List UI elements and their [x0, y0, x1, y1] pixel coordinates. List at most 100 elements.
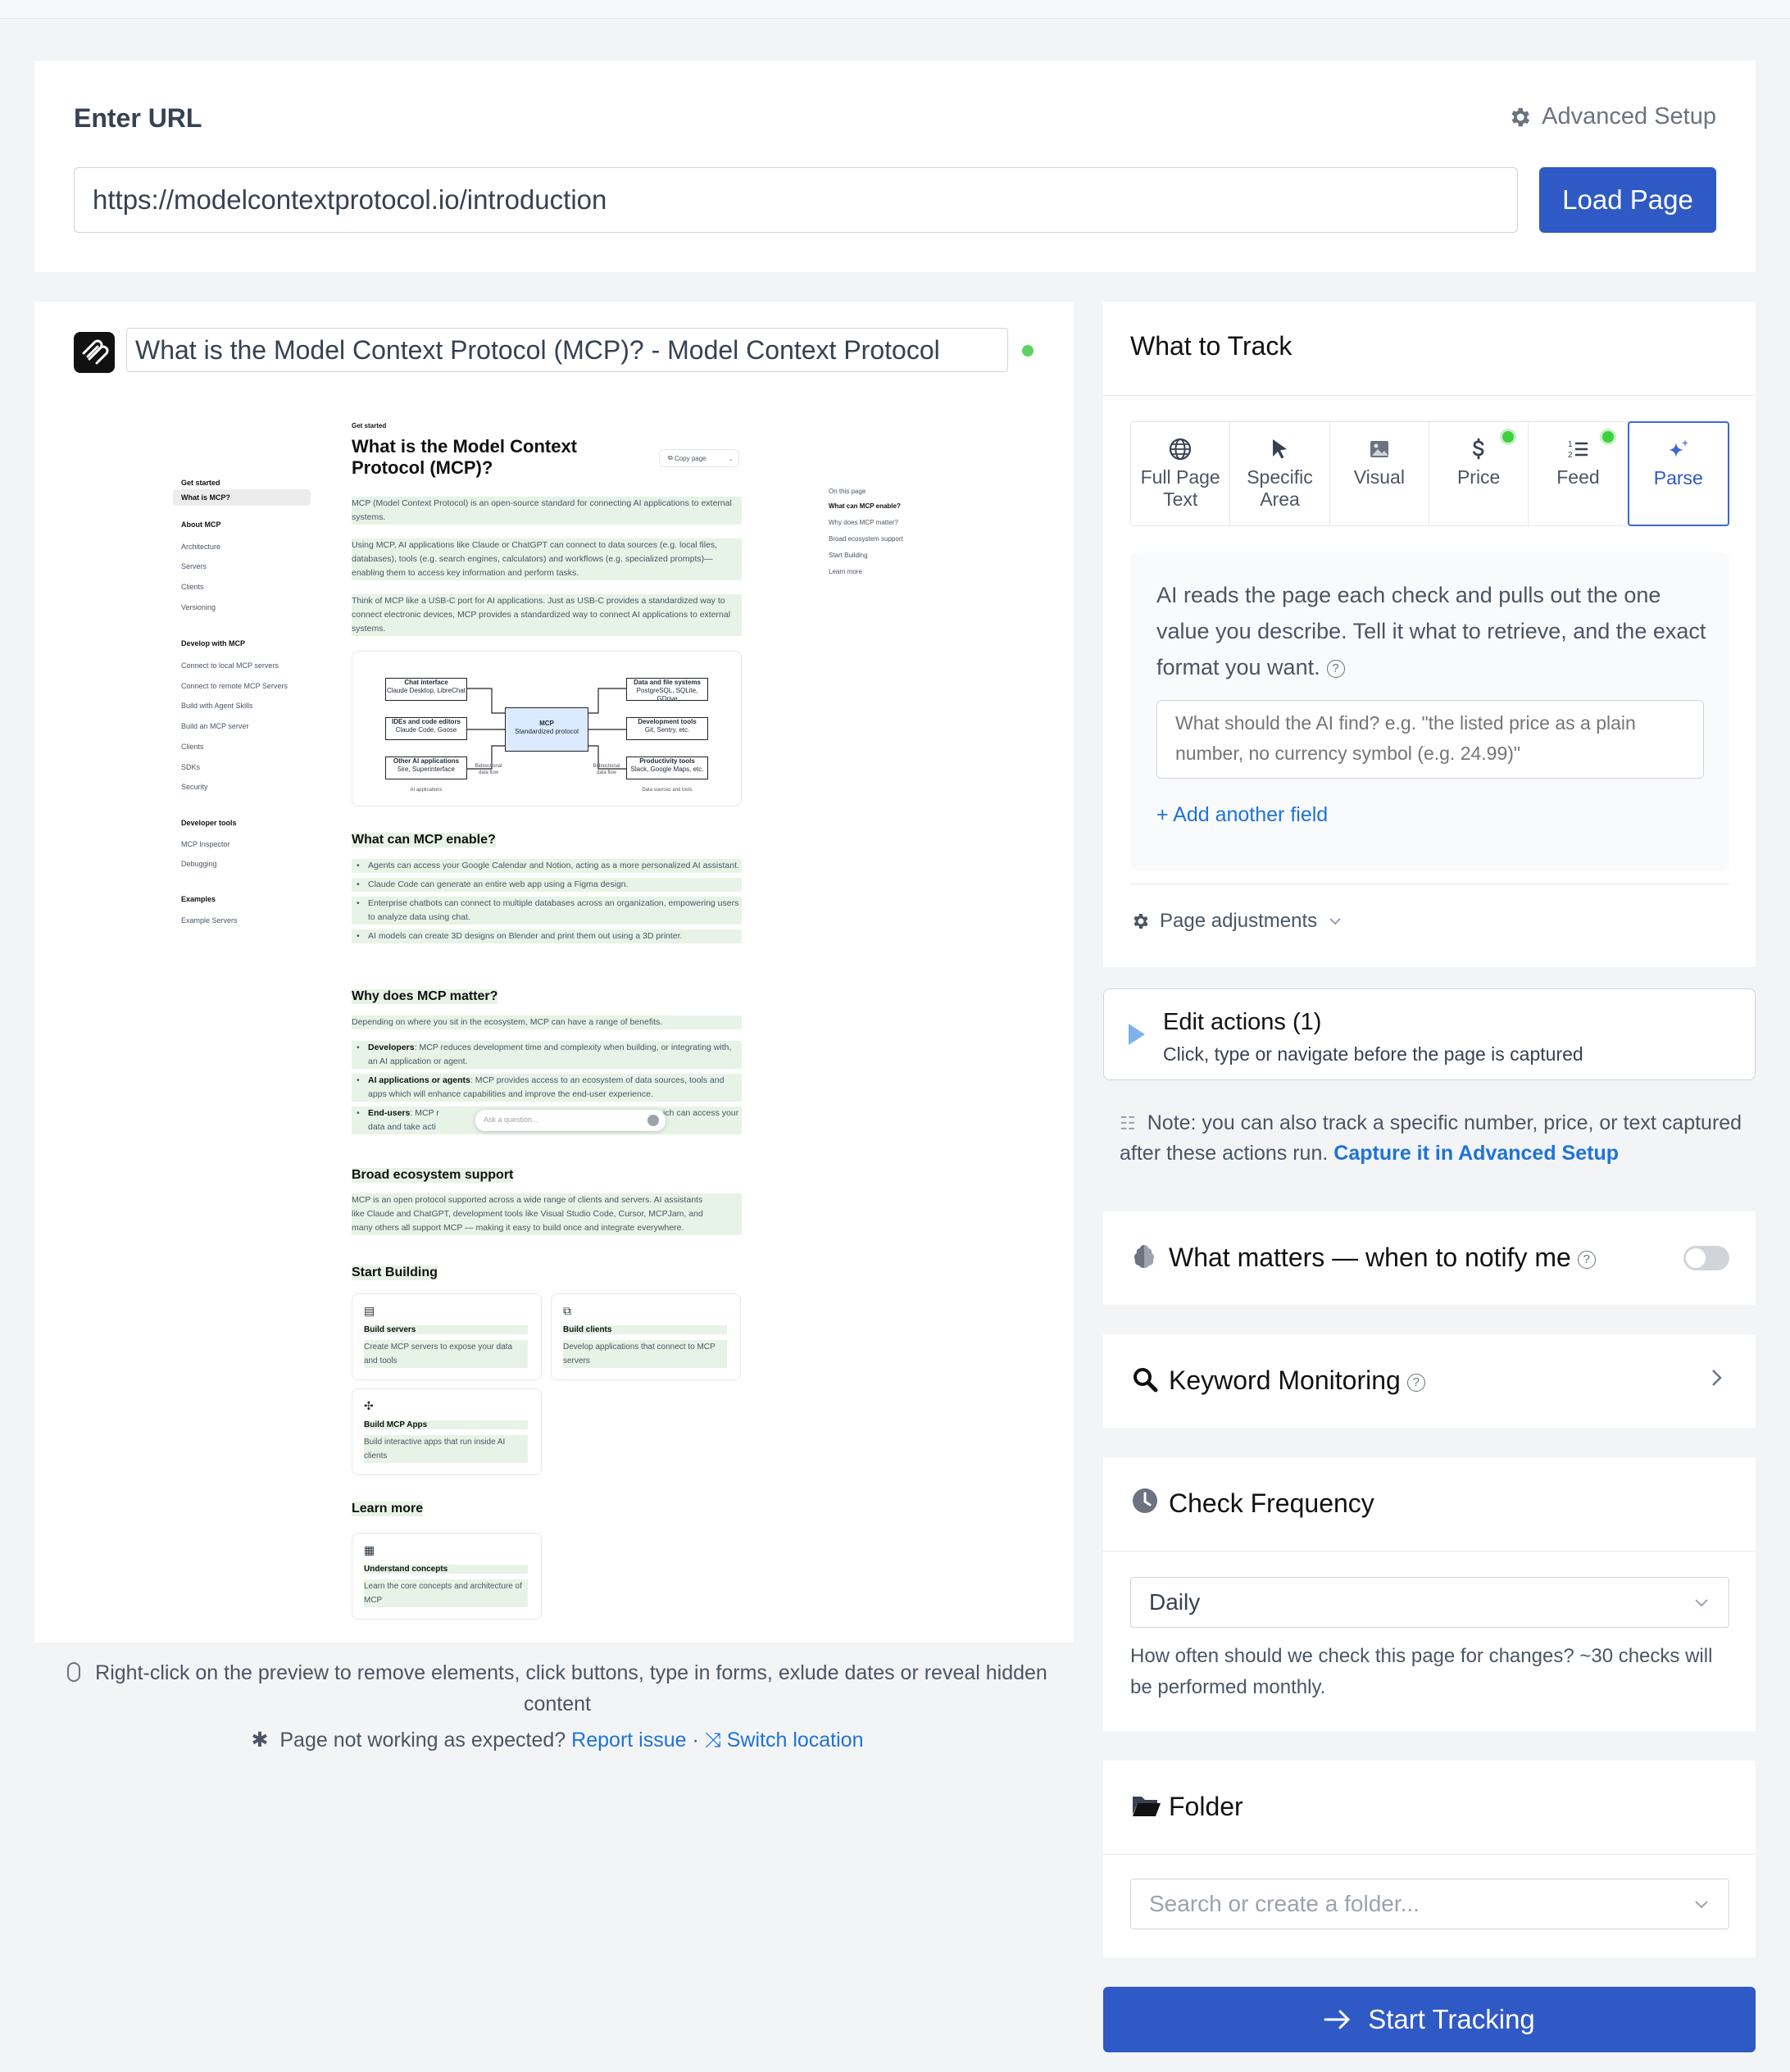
preview-build-clients-card[interactable]: ⧉ Build clients Develop applications tha… [551, 1293, 741, 1380]
preview-toc-item[interactable]: What can MCP enable? [829, 502, 901, 510]
diagram-node-mcp: MCP Standardized protocol [505, 707, 588, 752]
top-strip [0, 0, 1790, 19]
start-tracking-button[interactable]: Start Tracking [1103, 1987, 1756, 2052]
preview-p2: Using MCP, AI applications like Claude o… [352, 538, 742, 580]
preview-copy-page-button[interactable]: ⧉ Copy page ⌄ [659, 449, 739, 467]
shuffle-icon: ⤨ [704, 1729, 721, 1752]
preview-p1: MCP (Model Context Protocol) is an open-… [352, 497, 742, 525]
switch-location-link[interactable]: ⤨ Switch location [705, 1729, 864, 1752]
track-heading: What to Track [1130, 331, 1293, 361]
url-input[interactable] [74, 167, 1518, 233]
report-issue-link[interactable]: Report issue [571, 1729, 686, 1752]
learn-card-title: Understand concepts [364, 1565, 528, 1574]
load-page-button[interactable]: Load Page [1539, 167, 1716, 233]
search-icon [1131, 1365, 1159, 1397]
page-preview[interactable]: Get started What is MCP? About MCP Architec… [34, 392, 1074, 1643]
preview-sidebar-item[interactable]: Connect to remote MCP Servers [181, 682, 288, 690]
preview-ask-box[interactable]: Ask a question... [475, 1110, 666, 1131]
notify-toggle[interactable] [1683, 1246, 1729, 1270]
edit-actions-subtitle: Click, type or navigate before the page … [1163, 1043, 1583, 1065]
tab-label: Full Page Text [1140, 466, 1220, 510]
status-dot [1022, 345, 1034, 357]
page-adjustments-label: Page adjustments [1160, 910, 1318, 932]
preview-sidebar-item[interactable]: SDKs [181, 763, 200, 771]
frequency-divider [1103, 1551, 1756, 1552]
preview-sidebar-item[interactable]: Architecture [181, 543, 220, 551]
preview-sidebar-heading: Examples [181, 895, 216, 903]
folder-divider [1103, 1854, 1756, 1855]
preview-h2-build: Start Building [352, 1265, 438, 1280]
keyword-monitoring-card[interactable]: Keyword Monitoring? [1103, 1334, 1756, 1428]
preview-toc-item[interactable]: Why does MCP matter? [829, 519, 898, 526]
preview-h2-learn: Learn more [352, 1502, 424, 1516]
ai-field-input[interactable] [1156, 700, 1704, 779]
preview-sidebar-heading: Get started [181, 479, 220, 487]
add-field-button[interactable]: + Add another field [1156, 803, 1328, 827]
edit-actions-card[interactable]: Edit actions (1) Click, type or navigate… [1103, 988, 1756, 1080]
tab-full-page-text[interactable]: Full Page Text [1131, 422, 1231, 525]
tab-specific-area[interactable]: Specific Area [1230, 422, 1330, 525]
folder-card: Folder Search or create a folder... [1103, 1761, 1756, 1957]
sparkle-icon [1666, 436, 1691, 464]
preview-matter-item: • AI applications or agents: MCP provides… [352, 1074, 742, 1102]
url-card: Enter URL Advanced Setup Load Page [34, 61, 1756, 272]
tab-parse[interactable]: Parse [1627, 421, 1729, 526]
preview-sidebar-item[interactable]: Connect to local MCP servers [181, 661, 279, 670]
build-servers-title: Build servers [364, 1325, 528, 1334]
preview-sidebar-item[interactable]: Servers [181, 562, 207, 570]
check-frequency-card: Check Frequency Daily How often should w… [1103, 1457, 1756, 1731]
preview-toc-item[interactable]: Broad ecosystem support [829, 535, 903, 543]
diagram-flow-right: Bidirectional data flow [593, 764, 620, 775]
gear-icon [1511, 107, 1530, 126]
tab-price[interactable]: Price [1429, 422, 1529, 525]
diagram-node-devtools: Development tools Git, Sentry, etc. [626, 717, 708, 740]
page-adjustments-toggle[interactable]: Page adjustments [1130, 910, 1343, 933]
folder-search-select[interactable]: Search or create a folder... [1130, 1879, 1729, 1929]
frequency-selected: Daily [1149, 1589, 1201, 1615]
preview-p3: Think of MCP like a USB-C port for AI ap… [352, 594, 742, 636]
help-icon[interactable]: ? [1406, 1373, 1425, 1392]
diagram-node-other-ai: Other AI applications 5ire, Superinterfac… [385, 757, 467, 779]
tab-label: Price [1456, 466, 1501, 488]
diagram-left-caption: AI applications [410, 788, 443, 793]
frequency-title: Check Frequency [1169, 1488, 1374, 1518]
client-icon: ⧉ [563, 1304, 571, 1317]
folder-placeholder: Search or create a folder... [1149, 1891, 1420, 1916]
preview-sidebar-item[interactable]: Versioning [181, 603, 216, 611]
preview-sidebar-item[interactable]: Clients [181, 743, 204, 751]
preview-build-apps-card[interactable]: ✣ Build MCP Apps Build interactive apps … [352, 1388, 542, 1475]
preview-sidebar-item[interactable]: Debugging [181, 860, 217, 868]
what-matters-card: What matters — when to notify me? [1103, 1211, 1756, 1305]
preview-sidebar-item[interactable]: Build an MCP server [181, 722, 248, 730]
capture-advanced-link[interactable]: Capture it in Advanced Setup [1333, 1142, 1619, 1165]
help-icon[interactable]: ? [1326, 659, 1345, 678]
preview-sidebar-item[interactable]: What is MCP? [173, 489, 311, 506]
dollar-icon [1466, 435, 1491, 463]
preview-sidebar-item[interactable]: Clients [181, 583, 204, 591]
page-title-input[interactable] [126, 328, 1008, 372]
preview-toc-item[interactable]: Start Building [829, 552, 868, 559]
tab-feed[interactable]: 1 2 Feed [1529, 422, 1629, 525]
tab-visual[interactable]: Visual [1330, 422, 1429, 525]
help-icon[interactable]: ? [1577, 1250, 1596, 1269]
edit-actions-title: Edit actions (1) [1163, 1009, 1322, 1035]
preview-sidebar-item[interactable]: MCP Inspector [181, 840, 229, 848]
image-icon [1367, 435, 1392, 463]
diagram-node-chat: Chat interface Claude Desktop, LibreChat [385, 678, 467, 701]
preview-toc-item[interactable]: Learn more [829, 568, 862, 575]
preview-learn-card[interactable]: ▦ Understand concepts Learn the core con… [352, 1533, 542, 1620]
diagram-node-data: Data and file systems PostgreSQL, SQLite,… [626, 678, 708, 702]
preview-sidebar-item[interactable]: Security [181, 783, 208, 791]
frequency-select[interactable]: Daily [1130, 1577, 1729, 1628]
url-heading: Enter URL [74, 103, 202, 133]
folder-title: Folder [1169, 1792, 1243, 1821]
preview-card: Get started What is MCP? About MCP Architec… [34, 302, 1074, 1643]
preview-sidebar-item[interactable]: Build with Agent Skills [181, 702, 253, 710]
preview-sidebar-item[interactable]: Example Servers [181, 916, 238, 925]
build-servers-desc: Create MCP servers to expose your data a… [364, 1340, 528, 1368]
preview-h2-eco: Broad ecosystem support [352, 1168, 514, 1183]
status-dot [1500, 429, 1517, 445]
advanced-setup-link[interactable]: Advanced Setup [1507, 103, 1716, 130]
preview-build-servers-card[interactable]: ▤ Build servers Create MCP servers to ex… [352, 1293, 542, 1380]
preview-sidebar-heading: Developer tools [181, 819, 237, 827]
